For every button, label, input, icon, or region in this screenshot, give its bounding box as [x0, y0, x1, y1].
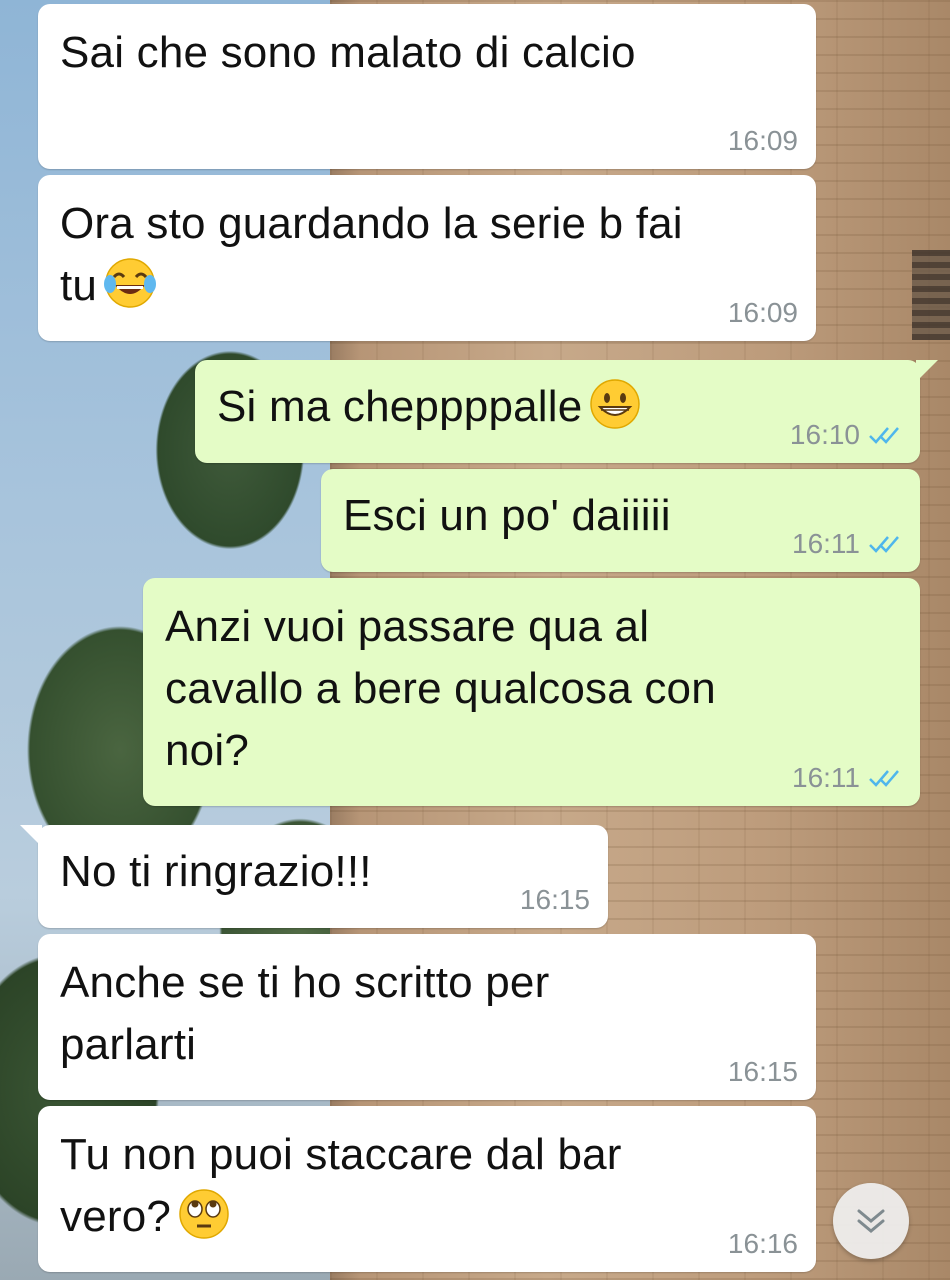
- message-text-body: Tu non puoi staccare dal bar vero?: [60, 1130, 622, 1241]
- message-meta: 16:11: [792, 528, 902, 560]
- message-bubble-incoming[interactable]: Ora sto guardando la serie b fai tu 16:0…: [38, 175, 816, 341]
- message-text: No ti ringrazio!!!: [60, 847, 372, 896]
- message-bubble-outgoing[interactable]: Anzi vuoi passare qua al cavallo a bere …: [143, 578, 920, 806]
- message-meta: 16:10: [790, 419, 902, 451]
- message-text: Anzi vuoi passare qua al cavallo a bere …: [165, 602, 716, 775]
- message-bubble-incoming[interactable]: No ti ringrazio!!! 16:15: [20, 825, 608, 928]
- message-bubble-incoming[interactable]: Anche se ti ho scritto per parlarti 16:1…: [38, 934, 816, 1100]
- message-meta: 16:11: [792, 762, 902, 794]
- message-time: 16:16: [727, 1228, 798, 1259]
- face-with-tears-of-joy-icon: [104, 258, 157, 308]
- message-time: 16:11: [792, 762, 860, 793]
- message-bubble-incoming[interactable]: Tu non puoi staccare dal bar vero? 16:16: [38, 1106, 816, 1272]
- message-text: Ora sto guardando la serie b fai tu: [60, 193, 794, 317]
- message-text: Anche se ti ho scritto per parlarti: [60, 958, 550, 1069]
- message-bubble-outgoing[interactable]: Esci un po' daiiiii 16:11: [321, 469, 920, 572]
- message-time: 16:11: [792, 528, 860, 559]
- message-text: Tu non puoi staccare dal bar vero?: [60, 1124, 794, 1248]
- message-time: 16:09: [727, 125, 798, 156]
- scroll-to-bottom-button[interactable]: [833, 1183, 909, 1259]
- face-with-rolling-eyes-icon: [179, 1189, 229, 1239]
- message-time: 16:15: [519, 884, 590, 915]
- message-time: 16:10: [789, 419, 860, 450]
- double-check-icon: [869, 536, 899, 553]
- message-time: 16:15: [727, 1056, 798, 1087]
- message-bubble-outgoing[interactable]: Si ma cheppppalle 16:10: [195, 360, 938, 463]
- double-check-icon: [869, 770, 899, 787]
- double-check-icon: [869, 427, 899, 444]
- message-bubble-incoming[interactable]: Sai che sono malato di calcio 16:09: [38, 4, 816, 169]
- message-time: 16:09: [727, 297, 798, 328]
- double-chevron-down-icon: [857, 1209, 885, 1233]
- grinning-face-icon: [590, 379, 641, 429]
- message-text-body: Si ma cheppppalle: [217, 382, 583, 431]
- message-text: Sai che sono malato di calcio: [60, 28, 636, 77]
